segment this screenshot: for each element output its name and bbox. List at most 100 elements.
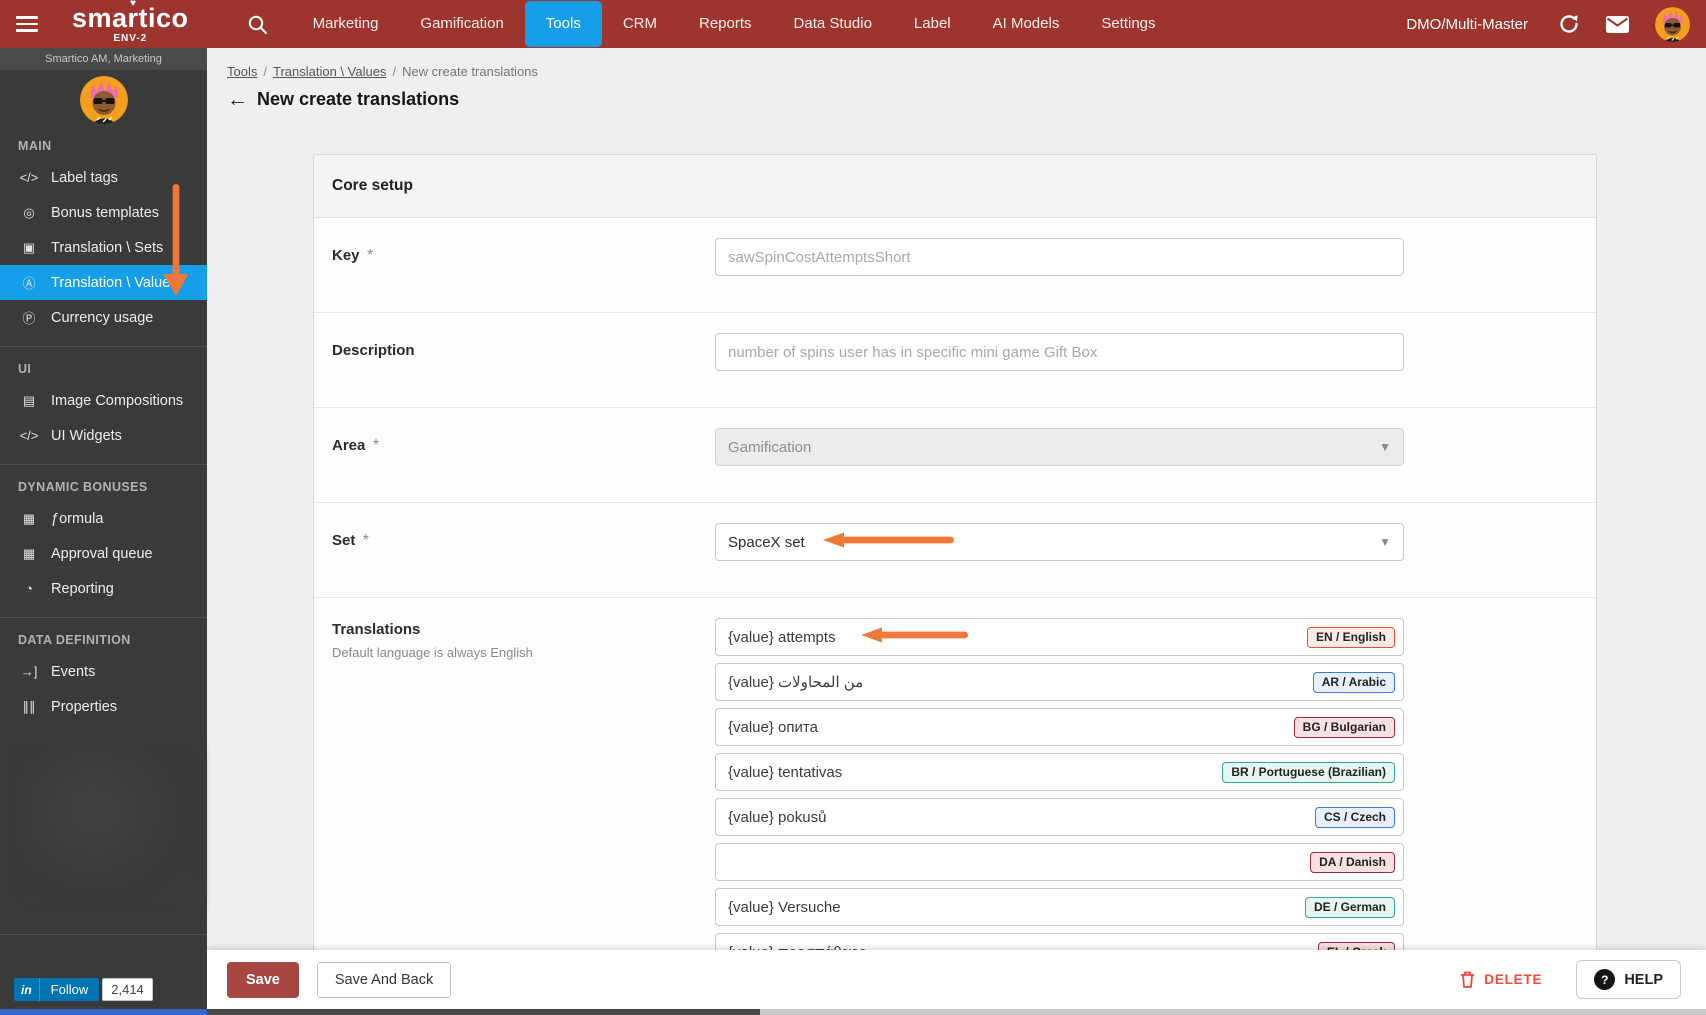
sidebar-item-label: UI Widgets [51,427,122,444]
language-badge: DE / German [1304,896,1395,918]
sidebar: Smartico AM, Marketing MAIN </> Label tags… [0,48,207,1015]
tenant-switcher[interactable]: DMO/Multi-Master [1406,16,1528,33]
description-label: Description [332,342,415,359]
nav-item-gamification[interactable]: Gamification [399,0,524,48]
currency-icon: Ⓟ [22,311,36,326]
calculator-icon: ▦ [22,545,36,561]
barcode-icon: ∥∥ [22,698,36,714]
breadcrumb: Tools / Translation \ Values / New create tr… [207,48,1706,79]
sidebar-item-translation-sets[interactable]: ▣ Translation \ Sets [0,230,207,265]
language-badge: BR / Portuguese (Brazilian) [1222,761,1395,783]
key-input[interactable] [715,238,1404,276]
main-content: Tools / Translation \ Values / New create tr… [207,48,1706,1015]
horizontal-scrollbar[interactable] [0,1009,1706,1015]
breadcrumb-new-create-translations: New create translations [402,64,538,79]
language-badge: AR / Arabic [1312,671,1395,693]
area-select: Gamification ▼ [715,428,1404,466]
footer-action-bar: Save Save And Back DELETE ? HELP [207,950,1706,1009]
nav-item-tools[interactable]: Tools [524,1,602,47]
translation-value: {value} Versuche [728,898,841,916]
sidebar-item-properties[interactable]: ∥∥ Properties [0,689,207,724]
sidebar-item-bonus-templates[interactable]: ◎ Bonus templates [0,195,207,230]
sidebar-avatar[interactable] [79,76,128,124]
sidebar-item-label: Events [51,663,96,680]
translation-input[interactable]: {value} من المحاولات AR / Arabic [715,663,1404,701]
breadcrumb-tools[interactable]: Tools [227,64,257,79]
save-button[interactable]: Save [227,961,299,998]
user-avatar[interactable] [1655,6,1690,42]
logo-heart-icon: ♥ [130,0,136,9]
bonus-icon: ◎ [23,204,35,220]
sidebar-item-approval-queue[interactable]: ▦ Approval queue [0,536,207,571]
description-row: Description [314,313,1596,408]
sidebar-item-label: Properties [51,698,118,715]
back-arrow-icon[interactable]: ← [227,89,248,110]
nav-item-crm[interactable]: CRM [602,0,678,48]
code-icon: </> [19,170,39,185]
sidebar-section-main: MAIN [18,139,52,153]
set-label: Set [332,532,356,549]
linkedin-follow-widget[interactable]: in Follow 2,414 [14,978,153,1001]
area-label: Area [332,437,366,454]
sidebar-item-label: Reporting [51,580,114,597]
translation-input[interactable]: {value} attempts EN / English [715,618,1404,656]
delete-button[interactable]: DELETE [1460,971,1542,988]
code-icon: </> [19,428,39,443]
linkedin-follow-button[interactable]: Follow [38,978,100,1001]
sidebar-item-label-tags[interactable]: </> Label tags [0,160,207,195]
sidebar-item-label: Translation \ Values [51,274,178,291]
sidebar-item-currency-usage[interactable]: Ⓟ Currency usage [0,300,207,335]
translation-input[interactable]: DA / Danish [715,843,1404,881]
translation-row-bg: {value} опита BG / Bulgarian [715,708,1404,746]
pie-icon: ◔ [25,581,33,596]
sidebar-item-translation-values[interactable]: Ⓐ Translation \ Values [0,265,207,300]
language-badge: EN / English [1306,626,1395,648]
linkedin-follower-count: 2,414 [102,978,153,1001]
translation-input[interactable]: {value} Versuche DE / German [715,888,1404,926]
set-row: Set * SpaceX set ▼ [314,503,1596,598]
search-icon[interactable] [247,14,268,35]
sidebar-item-label: Currency usage [51,309,154,326]
save-and-back-button[interactable]: Save And Back [316,961,452,998]
sidebar-nav: MAIN </> Label tags ◎ Bonus templates ▣ Transl… [0,124,207,724]
question-icon: ? [1594,969,1616,990]
translations-list: {value} attempts EN / English {value} من ا… [715,618,1404,978]
linkedin-icon[interactable]: in [14,978,39,1001]
nav-item-settings[interactable]: Settings [1080,0,1176,48]
translation-input[interactable]: {value} tentativas BR / Portuguese (Brazi… [715,753,1404,791]
blurred-region [6,743,201,913]
translation-input[interactable]: {value} опита BG / Bulgarian [715,708,1404,746]
translation-row-da: DA / Danish [715,843,1404,881]
sidebar-item-ormula[interactable]: ▦ ƒormula [0,501,207,536]
breadcrumb-translation-values[interactable]: Translation \ Values [273,64,386,79]
sidebar-item-image-compositions[interactable]: ▤ Image Compositions [0,383,207,418]
help-button[interactable]: ? HELP [1576,960,1681,999]
translation-value: {value} من المحاولات [728,674,864,691]
nav-item-ai-models[interactable]: AI Models [972,0,1081,48]
set-select[interactable]: SpaceX set ▼ [715,523,1404,561]
sidebar-item-ui-widgets[interactable]: </> UI Widgets [0,418,207,453]
enter-icon: →] [20,664,38,679]
breadcrumb-separator: / [263,64,267,79]
language-badge: DA / Danish [1310,851,1395,873]
nav-item-marketing[interactable]: Marketing [292,0,400,48]
sidebar-item-events[interactable]: →] Events [0,654,207,689]
description-input[interactable] [715,333,1404,371]
top-navbar: smartico ♥ ENV-2 Marketing Gamification To… [0,0,1706,48]
language-badge: CS / Czech [1314,806,1395,828]
nav-item-label[interactable]: Label [893,0,972,48]
shield-icon: ▤ [22,392,36,408]
sidebar-section-ui: UI [18,362,32,376]
hamburger-menu-icon[interactable] [16,12,38,36]
sidebar-section-data-definition: DATA DEFINITION [18,633,131,647]
translation-input[interactable]: {value} pokusů CS / Czech [715,798,1404,836]
mail-icon[interactable] [1606,15,1629,33]
nav-item-reports[interactable]: Reports [678,0,773,48]
refresh-icon[interactable] [1558,13,1580,35]
nav-item-data-studio[interactable]: Data Studio [773,0,893,48]
annotation-arrow-left [823,532,954,552]
sidebar-item-reporting[interactable]: ◔ Reporting [0,571,207,606]
trash-icon [1461,971,1475,988]
app-logo[interactable]: smartico ♥ ENV-2 [72,0,189,44]
logo-text: smartico [72,2,189,33]
